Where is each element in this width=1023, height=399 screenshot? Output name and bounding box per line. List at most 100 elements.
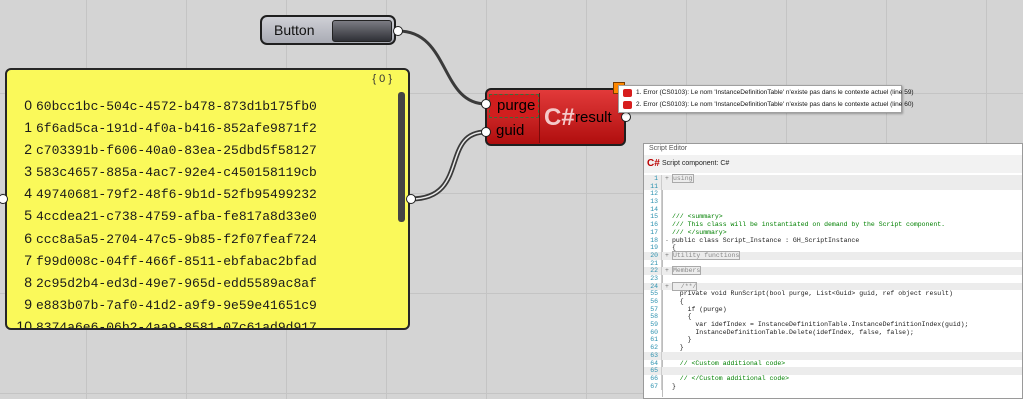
input-guid[interactable]: guid (489, 120, 539, 144)
panel-row-index: 2 (24, 141, 32, 158)
line-number: 18 (644, 236, 662, 245)
panel-row-value: 2c95d2b4-ed3d-49e7-965d-edd5589ac8af (36, 275, 317, 291)
panel-row-value: 60bcc1bc-504c-4572-b478-873d1b175fb0 (36, 99, 317, 114)
line-number: 64 (644, 359, 662, 368)
panel-row-index: 0 (24, 97, 32, 113)
panel-row-value: e883b07b-7af0-41d2-a9f9-9e59e41651c9 (36, 297, 317, 313)
panel-scrollbar[interactable] (398, 92, 405, 222)
line-number: 14 (644, 205, 662, 214)
code-text: { (672, 313, 692, 321)
fold-toggle-icon[interactable]: + (662, 252, 672, 260)
line-number: 11 (644, 182, 662, 191)
panel-row-value: f99d008c-04ff-466f-8511-ebfabac2bfad (36, 253, 317, 269)
code-line: 22 + Members (644, 266, 1022, 276)
wire-panel-to-guid (410, 129, 487, 202)
code-line: 1 + using (644, 174, 1022, 183)
error-icon (623, 88, 632, 97)
csharp-icon: C# (544, 104, 575, 131)
code-text: /**/ (672, 281, 698, 291)
code-line: 20 + Utility functions (644, 250, 1022, 260)
code-text: if (purge) (672, 305, 727, 313)
panel-branch-path: { 0 } (372, 73, 392, 85)
line-number: 60 (644, 328, 662, 337)
script-editor-window[interactable]: Script Editor C# Script component: C# 1 +… (643, 143, 1023, 399)
line-number: 62 (644, 344, 662, 352)
panel-row-value: 49740681-79f2-48f6-9b1d-52fb95499232 (36, 187, 317, 203)
fold-toggle-icon[interactable]: + (662, 283, 672, 291)
button-component[interactable]: Button (260, 15, 396, 45)
csharp-script-component[interactable]: purge guid C# result (485, 82, 626, 146)
code-text: /// This class will be instantiated on d… (672, 221, 946, 229)
code-text: var idefIndex = InstanceDefinitionTable.… (672, 321, 969, 329)
code-text: using (672, 174, 694, 183)
panel-row-index: 6 (24, 229, 32, 246)
component-body[interactable]: purge guid C# result (485, 88, 626, 146)
line-number: 13 (644, 198, 662, 206)
code-line: 23 (644, 274, 1022, 283)
code-area[interactable]: 1 + using 11 12 13 14 15/// <summary> 16/// This… (644, 174, 1022, 391)
code-line: 16 /// This class will be instantiated on… (644, 221, 1022, 229)
fold-toggle-icon[interactable]: + (662, 175, 672, 183)
code-text: public class Script_Instance : GH_Script… (672, 236, 860, 244)
line-number: 57 (644, 305, 662, 314)
code-line: 58 { (644, 313, 1022, 322)
panel-output-grip[interactable] (406, 194, 416, 204)
panel-row: 1 6f6ad5ca-191d-4f0a-b416-852afe9871f2 (7, 116, 408, 138)
line-number: 24 (644, 282, 662, 291)
line-number: 1 (644, 175, 662, 183)
code-line: 65 (644, 367, 1022, 375)
code-text: // </Custom additional code> (672, 374, 790, 382)
code-line: 57 if (purge) (644, 305, 1022, 314)
code-text: /// </summary> (672, 228, 727, 236)
button-output-grip[interactable] (393, 26, 403, 36)
panel-row-index: 10 (16, 317, 32, 330)
panel-row: 0 60bcc1bc-504c-4572-b478-873d1b175fb0 (7, 94, 408, 116)
code-text: Members (672, 266, 702, 276)
wire-button-to-purge (397, 29, 487, 106)
script-editor-heading: Script component: C# (662, 160, 730, 167)
line-number: 21 (644, 259, 662, 268)
line-number: 23 (644, 274, 662, 283)
line-number: 59 (644, 321, 662, 329)
code-text: } (672, 344, 684, 352)
code-line: 60 InstanceDefinitionTable.Delete(idefIn… (644, 328, 1022, 337)
error-text-2: 2. Error (CS0103): Le nom 'InstanceDefin… (636, 101, 914, 108)
code-line: 61 } (644, 336, 1022, 345)
panel-row: 2 c703391b-f606-40a0-83ea-25dbd5f58127 (7, 138, 408, 160)
code-line: 24 + /**/ (644, 281, 1022, 291)
code-line: 13 (644, 198, 1022, 206)
component-separator (539, 93, 540, 143)
guid-input-grip[interactable] (481, 127, 491, 137)
code-line: 66 // </Custom additional code> (644, 374, 1022, 383)
panel-row-index: 8 (24, 273, 32, 290)
panel-row-index: 7 (24, 251, 32, 268)
result-output-grip[interactable] (621, 112, 631, 122)
code-text: private void RunScript(bool purge, List<… (672, 290, 953, 298)
panel-rows: 0 60bcc1bc-504c-4572-b478-873d1b175fb0 1 6f… (7, 94, 408, 330)
code-line: 67} (644, 382, 1022, 391)
output-result[interactable]: result (575, 109, 612, 126)
panel-row: 4 49740681-79f2-48f6-9b1d-52fb95499232 (7, 182, 408, 204)
line-number: 58 (644, 313, 662, 322)
code-text: } (672, 382, 676, 390)
script-editor-header: C# Script component: C# (644, 155, 1022, 173)
purge-input-grip[interactable] (481, 99, 491, 109)
error-icon (623, 100, 632, 109)
error-line-2: 2. Error (CS0103): Le nom 'InstanceDefin… (623, 99, 914, 110)
panel-row-index: 1 (24, 119, 32, 136)
code-text: /// <summary> (672, 213, 723, 221)
script-editor-title: Script Editor (649, 145, 688, 152)
code-line: 18- public class Script_Instance : GH_Scr… (644, 236, 1022, 245)
error-line-1: 1. Error (CS0103): Le nom 'InstanceDefin… (623, 87, 914, 98)
fold-toggle-icon[interactable]: - (662, 237, 672, 245)
fold-toggle-icon[interactable]: + (662, 267, 672, 275)
panel-row-value: 583c4657-885a-4ac7-92e4-c450158119cb (36, 165, 317, 181)
code-line: 55 private void RunScript(bool purge, Li… (644, 290, 1022, 299)
panel-row-index: 5 (24, 207, 32, 224)
input-purge[interactable]: purge (489, 94, 539, 118)
panel-row: 5 4ccdea21-c738-4759-afba-fe817a8d33e0 (7, 204, 408, 226)
panel-row-value: ccc8a5a5-2704-47c5-9b85-f2f07feaf724 (36, 231, 317, 247)
guid-panel[interactable]: { 0 } 0 60bcc1bc-504c-4572-b478-873d1b175… (5, 68, 410, 330)
button-toggle[interactable] (332, 20, 392, 42)
line-number: 20 (644, 251, 662, 260)
